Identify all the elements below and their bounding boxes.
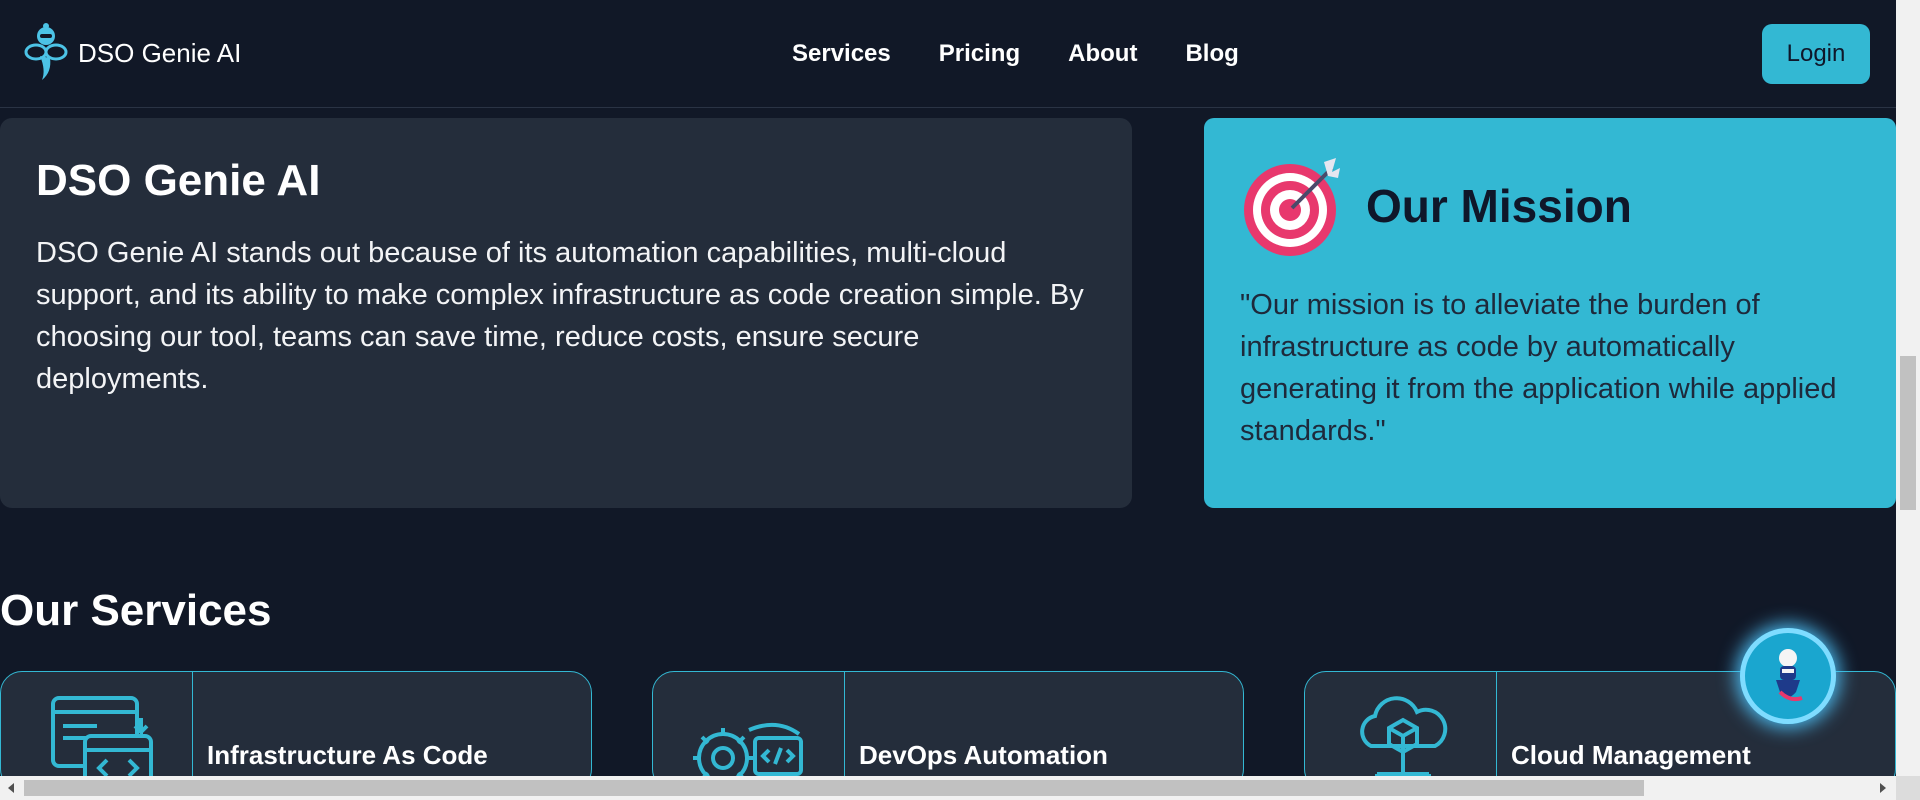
scroll-left-arrow-icon[interactable] [8, 783, 14, 793]
brand[interactable]: DSO Genie AI [22, 22, 241, 84]
scroll-right-arrow-icon[interactable] [1880, 783, 1886, 793]
horizontal-scrollbar-thumb[interactable] [24, 780, 1644, 796]
about-text: DSO Genie AI stands out because of its a… [36, 237, 1084, 395]
service-card-devops[interactable]: DevOps Automation [652, 671, 1244, 776]
page-viewport: DSO Genie AI Services Pricing About Blog… [0, 0, 1896, 776]
nav-link-services[interactable]: Services [792, 40, 891, 68]
services-title: Our Services [0, 586, 272, 635]
mission-text: "Our mission is to alleviate the burden … [1240, 289, 1837, 447]
horizontal-scrollbar[interactable] [0, 776, 1896, 800]
service-icon-cell [1, 672, 193, 776]
service-label: Infrastructure As Code [207, 740, 488, 770]
gear-code-icon [692, 722, 803, 776]
vertical-scrollbar-thumb[interactable] [1900, 356, 1916, 510]
genie-chat-icon [1776, 649, 1803, 702]
nav-link-pricing[interactable]: Pricing [939, 40, 1020, 68]
nav-link-blog[interactable]: Blog [1185, 40, 1238, 68]
mission-card: Our Mission "Our mission is to alleviate… [1204, 118, 1896, 508]
service-icon-cell [653, 672, 845, 776]
about-title: DSO Genie AI [36, 156, 321, 205]
service-label: DevOps Automation [859, 740, 1108, 770]
service-card-iac[interactable]: Infrastructure As Code [0, 671, 592, 776]
scrollbar-corner [1896, 776, 1920, 800]
chat-launcher-button[interactable] [1740, 628, 1836, 724]
mission-header: Our Mission [1240, 154, 1860, 258]
about-card: DSO Genie AI DSO Genie AI stands out bec… [0, 118, 1132, 508]
navbar: DSO Genie AI Services Pricing About Blog… [0, 0, 1896, 108]
main-nav: Services Pricing About Blog [792, 40, 1239, 68]
vertical-scrollbar[interactable] [1896, 0, 1920, 776]
nav-link-about[interactable]: About [1068, 40, 1137, 68]
mission-title: Our Mission [1366, 180, 1632, 232]
brand-name: DSO Genie AI [78, 37, 242, 68]
code-windows-icon [50, 696, 153, 776]
cloud-box-icon [1359, 696, 1447, 776]
service-icon-cell [1305, 672, 1497, 776]
service-label: Cloud Management [1511, 740, 1751, 770]
target-icon [1244, 158, 1340, 256]
login-button[interactable]: Login [1762, 24, 1870, 84]
genie-logo-icon [24, 23, 68, 80]
